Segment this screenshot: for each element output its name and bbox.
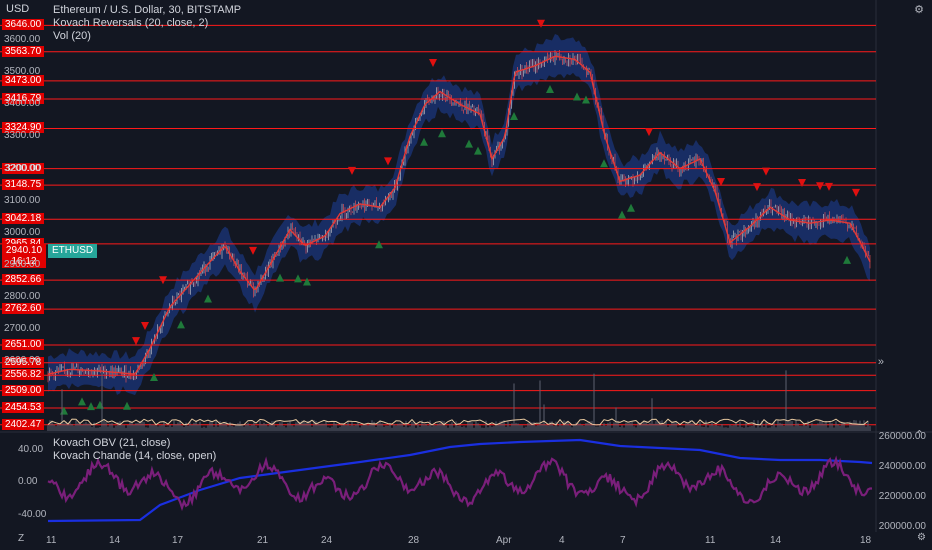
chart-settings-icon[interactable]: ⚙ (914, 3, 924, 16)
symbol-tag: ETHUSD (48, 244, 98, 258)
level-tag: 2762.60 (2, 303, 45, 315)
chart-canvas[interactable] (0, 0, 932, 550)
time-tick: 11 (705, 535, 716, 546)
indicator-kovach-chande[interactable]: Kovach Chande (14, close, open) (53, 450, 216, 463)
currency-label: USD (6, 3, 30, 15)
oscillator-tick: 40.00 (18, 444, 44, 455)
time-tick: 28 (408, 535, 420, 546)
level-tag: 2651.00 (2, 338, 45, 350)
time-tick: 7 (620, 535, 626, 546)
price-tick: 2800.00 (4, 291, 41, 303)
level-tag: 2852.66 (2, 274, 45, 286)
oscillator-tick: -40.00 (18, 509, 47, 520)
price-tick: 3600.00 (4, 34, 41, 46)
price-tick: 3200.00 (4, 162, 41, 174)
indicator-kovach-obv[interactable]: Kovach OBV (21, close) (53, 437, 170, 450)
background (0, 0, 932, 550)
level-tag: 3563.70 (2, 45, 45, 57)
obv-tick: 240000.00 (878, 461, 926, 472)
time-tick: Apr (496, 535, 512, 546)
current-price: 2940.10 (5, 245, 43, 256)
time-tick: 11 (46, 535, 57, 546)
bottom-settings-icon[interactable]: ⚙ (917, 532, 926, 543)
level-tag: 3042.18 (2, 213, 45, 225)
level-tag: 3148.75 (2, 179, 45, 191)
time-tick: 17 (172, 535, 184, 546)
level-tag: 2556.82 (2, 369, 45, 381)
scroll-right-button[interactable]: » (878, 356, 884, 368)
time-tick: 24 (321, 535, 333, 546)
indicator-kovach-reversals[interactable]: Kovach Reversals (20, close, 2) (53, 17, 208, 30)
level-tag: 3646.00 (2, 19, 45, 31)
price-tick: 2900.00 (4, 258, 41, 270)
level-tag: 2402.47 (2, 418, 45, 430)
price-tick: 3300.00 (4, 130, 41, 142)
obv-tick: 220000.00 (878, 491, 926, 502)
indicator-volume[interactable]: Vol (20) (53, 30, 91, 43)
price-tick: 3500.00 (4, 66, 41, 78)
price-tick: 2700.00 (4, 323, 41, 335)
oscillator-tick: 0.00 (18, 476, 38, 487)
price-tick: 3100.00 (4, 194, 41, 206)
level-tag: 2509.00 (2, 384, 45, 396)
time-tick: 21 (257, 535, 269, 546)
level-tag: 2454.53 (2, 402, 45, 414)
price-tick: 3000.00 (4, 226, 41, 238)
obv-tick: 260000.00 (878, 431, 926, 442)
time-tick: 18 (860, 535, 872, 546)
obv-tick: 200000.00 (878, 521, 926, 532)
time-tick: 14 (770, 535, 782, 546)
zoom-button[interactable]: Z (18, 533, 24, 544)
price-tick: 2600.00 (4, 355, 41, 367)
price-tick: 3400.00 (4, 98, 41, 110)
time-tick: 4 (559, 535, 565, 546)
symbol-title[interactable]: Ethereum / U.S. Dollar, 30, BITSTAMP (53, 4, 241, 17)
time-tick: 14 (109, 535, 121, 546)
